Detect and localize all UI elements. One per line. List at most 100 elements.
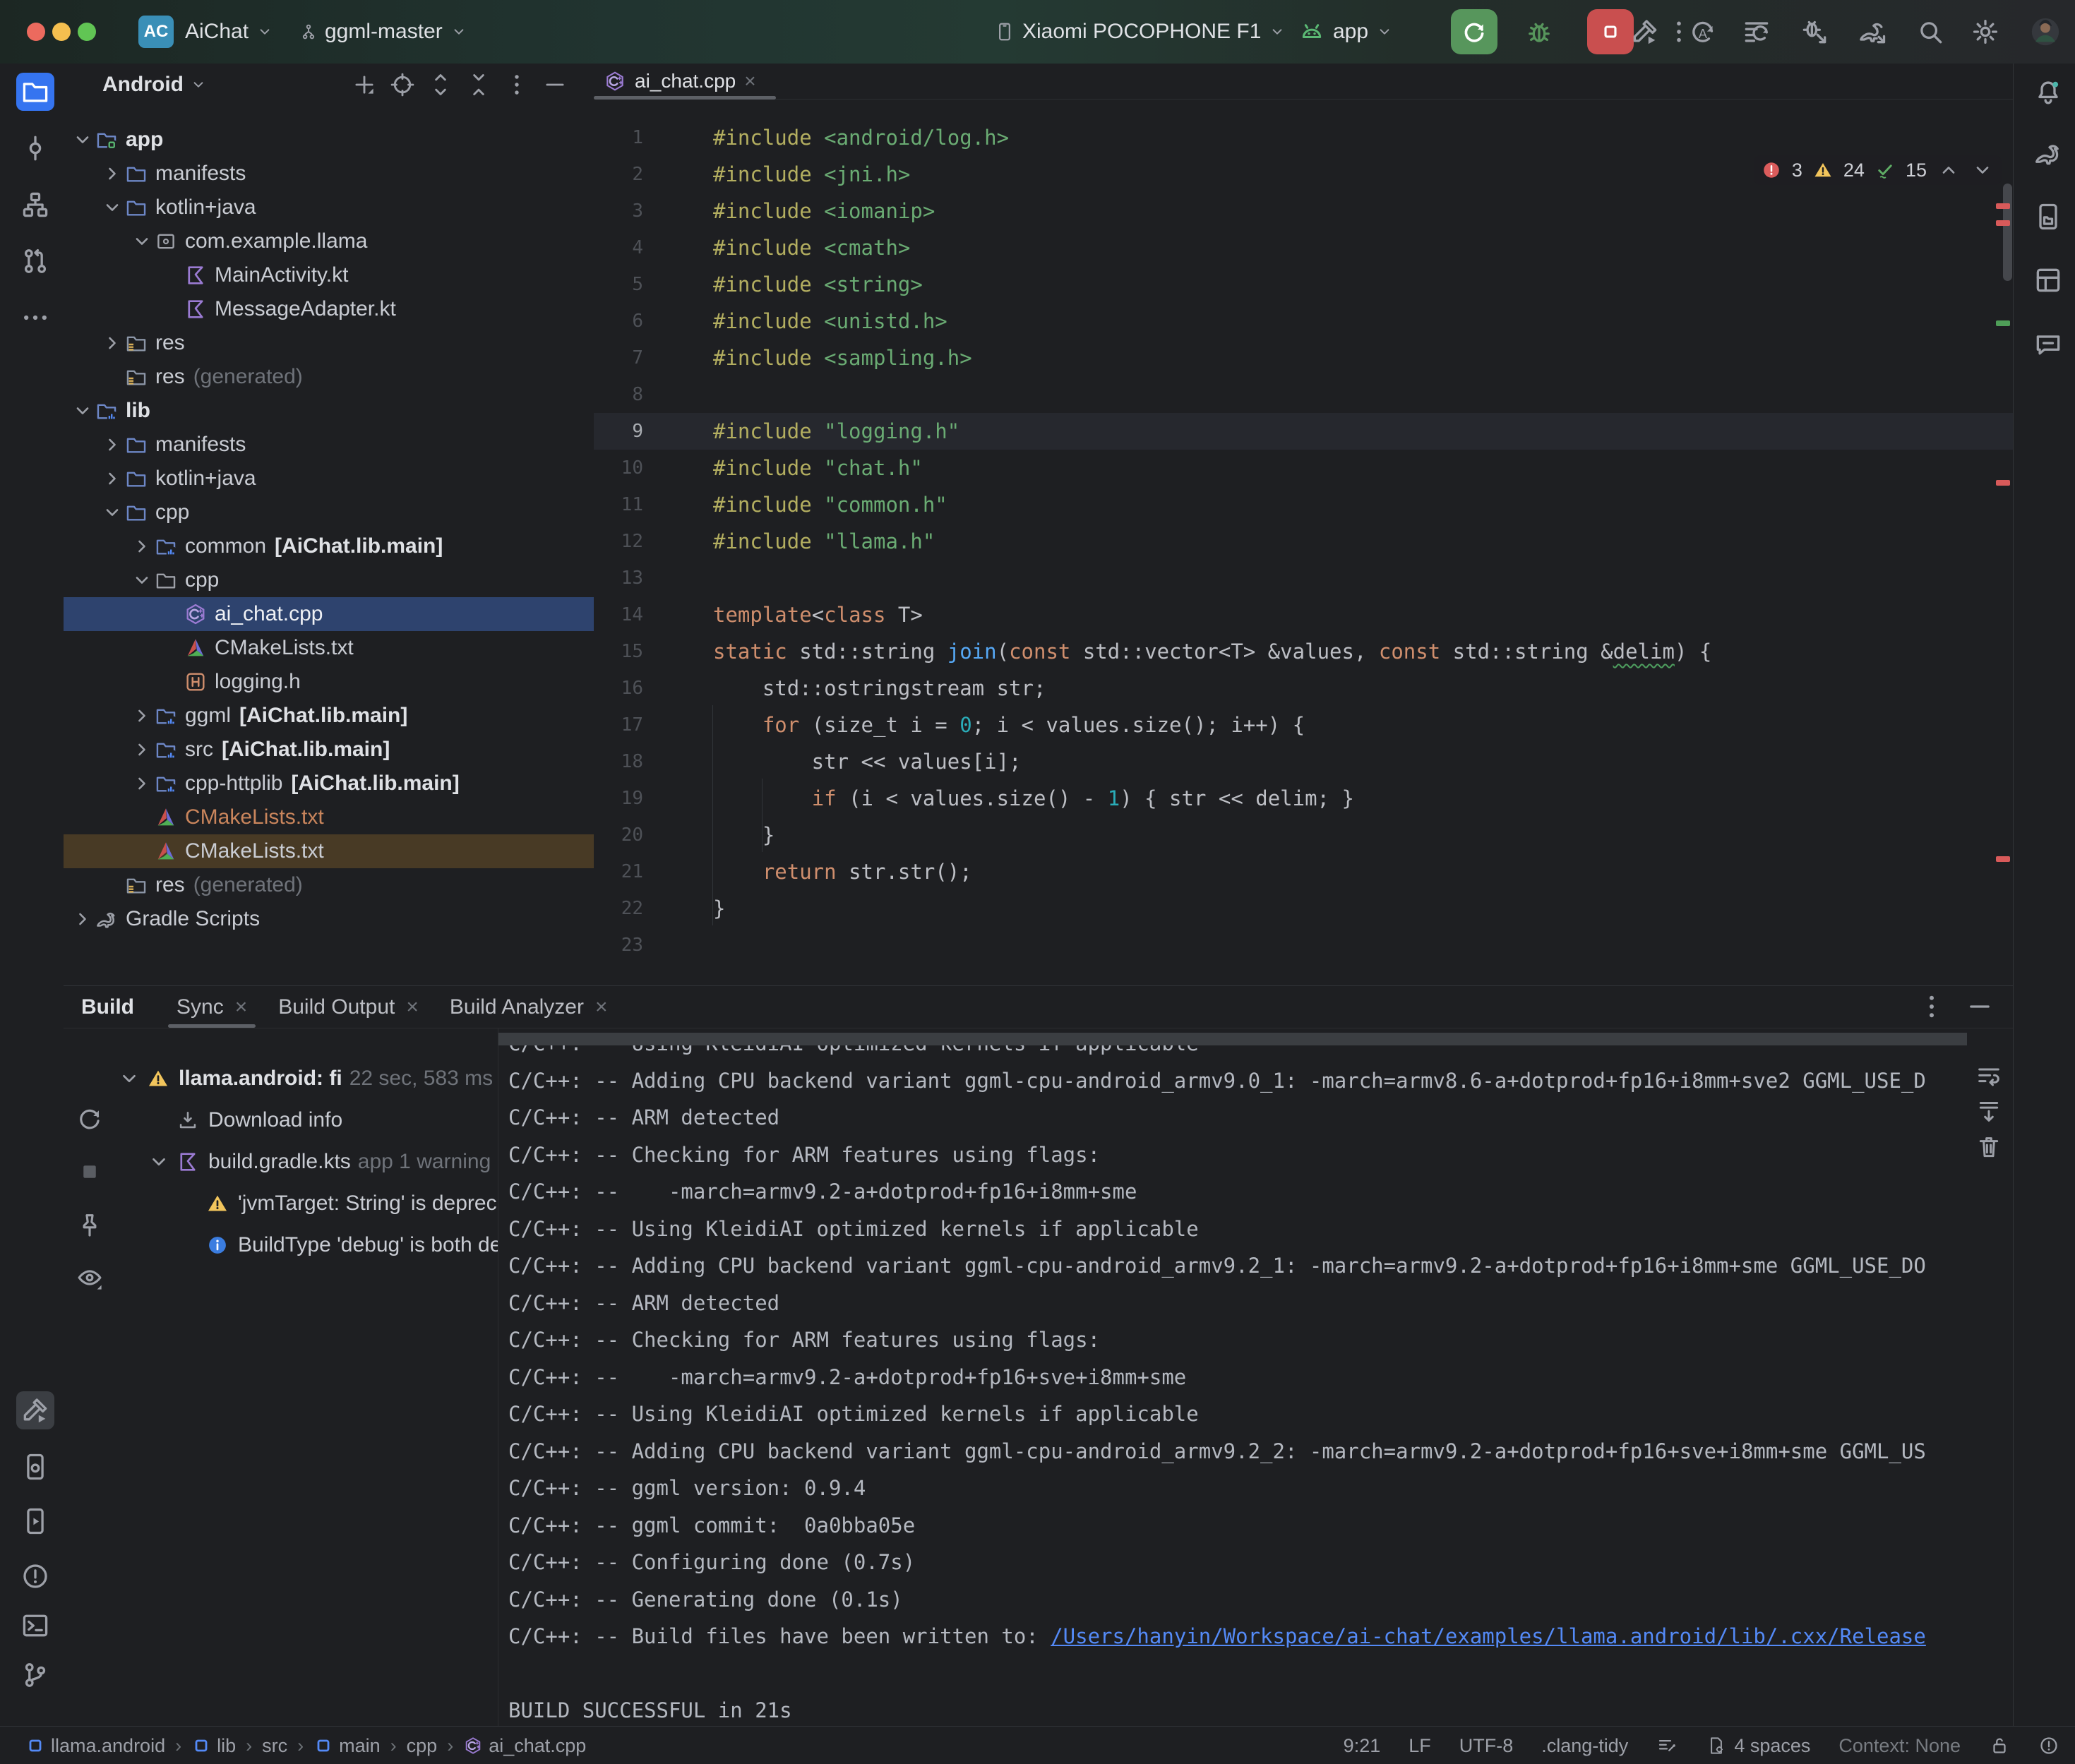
chevron-right-icon[interactable] xyxy=(130,738,154,762)
device-selector[interactable]: Xiaomi POCOPHONE F1 xyxy=(994,0,1286,64)
settings-button[interactable] xyxy=(1970,16,2001,47)
device-explorer-tool-icon[interactable] xyxy=(2029,198,2067,236)
pull-requests-tool-icon[interactable] xyxy=(16,242,54,280)
tree-item-manifests[interactable]: manifests xyxy=(64,428,594,462)
chevron-right-icon[interactable] xyxy=(130,704,154,728)
code-line-21[interactable]: 21 return str.str(); xyxy=(594,853,2013,890)
error-highlight-level-icon[interactable] xyxy=(2038,1735,2059,1756)
structure-tool-icon[interactable] xyxy=(16,186,54,224)
assistant-tool-icon[interactable] xyxy=(2029,325,2067,363)
code-line-13[interactable]: 13 xyxy=(594,560,2013,596)
code-line-19[interactable]: 19 if (i < values.size() - 1) { str << d… xyxy=(594,780,2013,817)
problems-tool-icon[interactable] xyxy=(16,1557,54,1595)
inspections-widget[interactable]: 3 24 15 xyxy=(1754,155,2002,185)
close-tab-icon[interactable]: × xyxy=(406,995,419,1019)
code-line-17[interactable]: 17 for (size_t i = 0; i < values.size();… xyxy=(594,707,2013,743)
code-line-5[interactable]: 5#include <string> xyxy=(594,266,2013,303)
code-line-4[interactable]: 4#include <cmath> xyxy=(594,229,2013,266)
stop-build-icon[interactable] xyxy=(75,1157,104,1187)
tree-item-cpp[interactable]: cpp xyxy=(64,563,594,597)
tab-ai-chat-cpp[interactable]: ai_chat.cpp × xyxy=(604,64,756,99)
code-line-11[interactable]: 11#include "common.h" xyxy=(594,486,2013,523)
tree-item-cmakelists-txt[interactable]: CMakeLists.txt xyxy=(64,631,594,665)
file-encoding[interactable]: UTF-8 xyxy=(1459,1735,1514,1757)
notifications-icon[interactable] xyxy=(2029,73,2067,112)
commit-tool-icon[interactable] xyxy=(16,129,54,167)
next-problem-icon[interactable] xyxy=(1971,158,1995,182)
build-tree-item[interactable]: llama.android: fi22 sec, 583 ms xyxy=(116,1057,498,1099)
gradle-sync-button[interactable] xyxy=(1857,16,1888,47)
tree-item-logging-h[interactable]: logging.h xyxy=(64,665,594,699)
tree-item-mainactivity-kt[interactable]: MainActivity.kt xyxy=(64,258,594,292)
tree-item-res[interactable]: res(generated) xyxy=(64,360,594,394)
lock-icon[interactable] xyxy=(1989,1735,2010,1756)
close-tab-icon[interactable]: × xyxy=(235,995,248,1019)
chevron-down-icon[interactable] xyxy=(116,1066,142,1091)
code-line-14[interactable]: 14template<class T> xyxy=(594,596,2013,633)
code-line-22[interactable]: 22} xyxy=(594,890,2013,927)
build-project-button[interactable] xyxy=(1629,16,1661,47)
terminal-tool-icon[interactable] xyxy=(16,1607,54,1645)
tree-item-cmakelists-txt[interactable]: CMakeLists.txt xyxy=(64,800,594,834)
chevron-right-icon[interactable] xyxy=(100,467,124,491)
error-stripe-mark[interactable] xyxy=(1996,220,2010,226)
chevron-right-icon[interactable] xyxy=(100,331,124,355)
minimize-window-button[interactable] xyxy=(52,23,71,41)
indent-setting[interactable]: 4 spaces xyxy=(1706,1735,1810,1757)
build-files-link[interactable]: /Users/hanyin/Workspace/ai-chat/examples… xyxy=(1051,1624,1926,1648)
project-tool-icon[interactable] xyxy=(16,73,54,111)
error-stripe-mark[interactable] xyxy=(1996,856,2010,862)
tree-item-src[interactable]: src[AiChat.lib.main] xyxy=(64,733,594,767)
hide-panel-icon[interactable] xyxy=(542,71,568,98)
add-icon[interactable] xyxy=(351,71,378,98)
close-tab-icon[interactable]: × xyxy=(595,995,608,1019)
avatar[interactable] xyxy=(2029,16,2062,48)
prev-problem-icon[interactable] xyxy=(1937,158,1961,182)
tree-item-lib[interactable]: lib xyxy=(64,394,594,428)
chevron-down-icon[interactable] xyxy=(71,399,95,423)
hide-build-panel-icon[interactable] xyxy=(1965,992,1995,1021)
tree-item-gradle-scripts[interactable]: Gradle Scripts xyxy=(64,902,594,936)
apply-code-changes-button[interactable] xyxy=(1741,16,1772,47)
chevron-right-icon[interactable] xyxy=(130,534,154,558)
tree-item-app[interactable]: app xyxy=(64,123,594,157)
attach-debugger-button[interactable] xyxy=(1799,16,1830,47)
build-tree-item[interactable]: BuildType 'debug' is both de xyxy=(116,1224,498,1266)
build-tree-item[interactable]: build.gradle.ktsapp 1 warning xyxy=(116,1141,498,1182)
project-selector[interactable]: AiChat xyxy=(185,0,274,64)
collapse-all-icon[interactable] xyxy=(465,71,492,98)
rerun-button[interactable] xyxy=(1451,9,1497,54)
project-view-selector[interactable]: Android xyxy=(102,73,208,97)
build-tool-icon[interactable] xyxy=(16,1391,54,1429)
soft-wrap-icon[interactable] xyxy=(1975,1062,2003,1091)
build-tree-item[interactable]: Download info xyxy=(116,1099,498,1141)
code-style-icon[interactable] xyxy=(1656,1735,1678,1756)
tree-item-common[interactable]: common[AiChat.lib.main] xyxy=(64,529,594,563)
error-stripe-mark[interactable] xyxy=(1996,203,2010,209)
view-options-eye-icon[interactable] xyxy=(75,1263,104,1292)
stop-button[interactable] xyxy=(1587,9,1634,54)
tree-item-com-example-llama[interactable]: com.example.llama xyxy=(64,224,594,258)
code-line-1[interactable]: 1#include <android/log.h> xyxy=(594,119,2013,156)
error-stripe-mark[interactable] xyxy=(1996,480,2010,486)
chevron-right-icon[interactable] xyxy=(130,772,154,796)
clear-log-icon[interactable] xyxy=(1975,1133,2003,1161)
breadcrumb-item-main[interactable]: main xyxy=(313,1735,381,1757)
build-options-kebab-icon[interactable] xyxy=(1917,992,1947,1021)
options-kebab-icon[interactable] xyxy=(503,71,530,98)
code-line-20[interactable]: 20 } xyxy=(594,817,2013,853)
tree-item-res[interactable]: res(generated) xyxy=(64,868,594,902)
breadcrumb-item-llama-android[interactable]: llama.android xyxy=(25,1735,165,1757)
context-indicator[interactable]: Context: None xyxy=(1838,1735,1961,1757)
more-tools-icon[interactable] xyxy=(16,299,54,337)
running-devices-tool-icon[interactable] xyxy=(16,1502,54,1540)
tree-item-ai-chat-cpp[interactable]: ai_chat.cpp xyxy=(64,597,594,631)
chevron-right-icon[interactable] xyxy=(100,162,124,186)
caret-position[interactable]: 9:21 xyxy=(1344,1735,1381,1757)
build-log[interactable]: C/C++: -- Using KleidiAI optimized kerne… xyxy=(498,1028,1967,1727)
tree-item-ggml[interactable]: ggml[AiChat.lib.main] xyxy=(64,699,594,733)
expand-all-icon[interactable] xyxy=(427,71,454,98)
branch-selector[interactable]: ggml-master xyxy=(299,0,468,64)
gradle-tool-icon[interactable] xyxy=(2029,134,2067,172)
chevron-down-icon[interactable] xyxy=(130,229,154,253)
